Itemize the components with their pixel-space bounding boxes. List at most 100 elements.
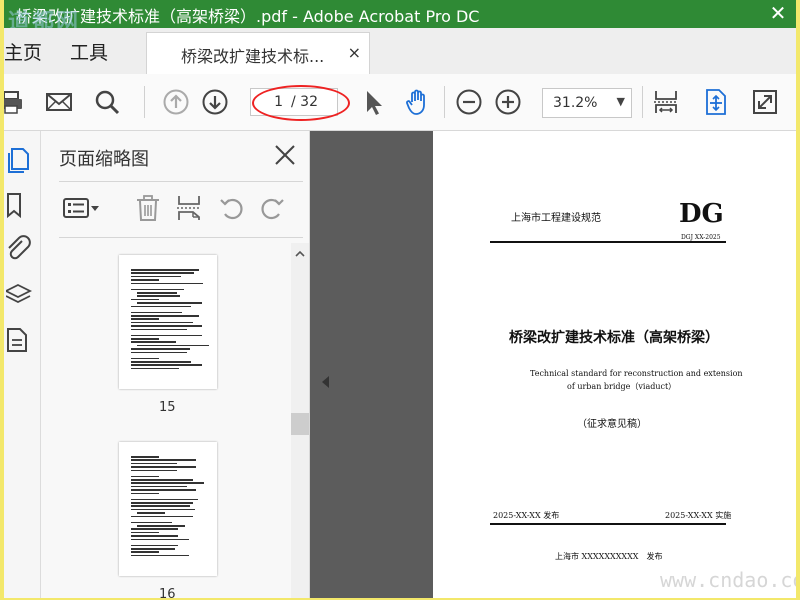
- options-icon[interactable]: [61, 193, 103, 223]
- search-icon[interactable]: [93, 88, 121, 116]
- page-thumbnail-label: 15: [159, 400, 176, 415]
- document-properties-icon[interactable]: [6, 325, 34, 353]
- thumbnail-text-line: [131, 275, 181, 278]
- page-number-box: / 32: [250, 88, 338, 116]
- page-thumbnails-icon[interactable]: [6, 145, 34, 173]
- thumbnail-text-line: [131, 282, 203, 285]
- thumbnail-text-line: [137, 525, 185, 527]
- thumbnail-text-line: [131, 338, 159, 340]
- tab-home[interactable]: 主页: [4, 38, 42, 65]
- thumbnail-text-line: [131, 311, 182, 314]
- next-page-icon[interactable]: [201, 88, 229, 116]
- publish-date: 2025-XX-XX 发布: [493, 511, 560, 520]
- thumbnail-text-line: [131, 508, 195, 511]
- zoom-select[interactable]: 31.2% ▼: [542, 88, 632, 118]
- window-title: 桥梁改扩建技术标准（高架桥梁）.pdf - Adobe Acrobat Pro …: [16, 7, 480, 26]
- acrobat-window: 桥梁改扩建技术标准（高架桥梁）.pdf - Adobe Acrobat Pro …: [4, 0, 796, 598]
- thumbnail-text-line: [137, 512, 165, 514]
- thumbnail-text-line: [131, 279, 159, 281]
- thumbnail-text-line: [131, 357, 159, 360]
- delete-icon[interactable]: [133, 193, 163, 223]
- layers-icon[interactable]: [6, 281, 34, 309]
- thumbnail-text-line: [131, 315, 199, 317]
- print-icon[interactable]: [4, 88, 26, 116]
- scrollbar-thumb[interactable]: [291, 413, 309, 435]
- chevron-up-icon[interactable]: [294, 245, 306, 257]
- thumbnail-text-line: [131, 305, 191, 308]
- thumbnail-text-line: [131, 348, 190, 350]
- thumbnail-text-line: [131, 459, 196, 461]
- prev-page-icon[interactable]: [162, 88, 190, 116]
- draft-note: （征求意见稿）: [577, 419, 647, 430]
- thumbnail-text-line: [131, 367, 179, 370]
- tab-bar: 主页 工具 桥梁改扩建技术标... ×: [4, 28, 796, 75]
- chevron-down-icon: ▼: [616, 95, 625, 108]
- close-tab-icon[interactable]: ×: [348, 43, 361, 62]
- thumbnail-text-line: [131, 502, 193, 504]
- thumbnail-text-line: [137, 302, 202, 304]
- thumbnail-text-line: [131, 554, 189, 557]
- rotate-left-icon[interactable]: [217, 193, 247, 223]
- scroll-mode-icon[interactable]: [652, 88, 680, 116]
- insert-page-icon[interactable]: [174, 193, 204, 223]
- page-thumbnail-16[interactable]: [119, 442, 217, 576]
- panel-divider: [59, 237, 303, 238]
- panel-divider: [59, 181, 303, 182]
- thumbnail-text-line: [131, 466, 196, 468]
- toolbar-separator: [642, 86, 643, 118]
- thumbnail-text-line: [131, 515, 193, 518]
- toolbar-separator: [144, 86, 145, 118]
- document-tab-label: 桥梁改扩建技术标...: [181, 47, 325, 66]
- mail-icon[interactable]: [45, 88, 73, 116]
- thumbnail-text-line: [137, 344, 209, 347]
- tab-tools[interactable]: 工具: [70, 38, 108, 65]
- page-thumbnail-label: 16: [159, 587, 176, 598]
- page-thumbnails-panel: 页面缩略图 15 16: [41, 131, 310, 598]
- publisher: 上海市 XXXXXXXXXX 发布: [555, 552, 663, 561]
- thumbnail-text-line: [131, 531, 159, 534]
- fullscreen-icon[interactable]: [751, 88, 779, 116]
- tab-document[interactable]: 桥梁改扩建技术标... ×: [146, 32, 370, 75]
- bookmarks-icon[interactable]: [6, 191, 34, 219]
- english-title-line-1: Technical standard for reconstruction an…: [530, 369, 743, 378]
- thumbnail-text-line: [131, 325, 202, 327]
- window-close-icon[interactable]: ✕: [766, 1, 790, 25]
- thumbnail-text-line: [131, 364, 202, 366]
- thumbnail-text-line: [137, 295, 180, 297]
- thumbnail-text-line: [131, 548, 175, 550]
- thumbnail-text-line: [131, 528, 178, 530]
- zoom-out-icon[interactable]: [455, 88, 483, 116]
- thumbnail-text-line: [131, 538, 189, 541]
- thumbnail-text-line: [131, 334, 202, 337]
- thumbnail-text-line: [131, 272, 194, 274]
- page-thumbnail-15[interactable]: [119, 255, 217, 389]
- header-rule: [490, 241, 726, 243]
- thumbnail-text-line: [131, 462, 177, 465]
- thumbnail-text-line: [131, 361, 191, 363]
- thumbnail-text-line: [131, 489, 196, 491]
- zoom-in-icon[interactable]: [494, 88, 522, 116]
- document-title: 桥梁改扩建技术标准（高架桥梁）: [509, 330, 719, 346]
- fit-page-icon[interactable]: [701, 88, 729, 116]
- close-icon[interactable]: [271, 141, 299, 169]
- thumbnail-text-line: [131, 498, 198, 501]
- panel-collapse-icon[interactable]: [322, 376, 329, 388]
- thumbnail-text-line: [131, 551, 159, 553]
- thumbnail-text-line: [131, 318, 159, 320]
- thumbnail-text-line: [131, 492, 159, 495]
- thumbnail-text-line: [131, 535, 178, 537]
- select-cursor-icon[interactable]: [360, 88, 388, 116]
- panel-title: 页面缩略图: [59, 149, 149, 170]
- thumbnail-text-line: [131, 544, 178, 547]
- page-number-input[interactable]: [251, 89, 285, 115]
- thumbnail-text-line: [131, 321, 193, 324]
- attachments-icon[interactable]: [6, 234, 34, 262]
- thumbnail-scrollbar[interactable]: [291, 243, 309, 598]
- zoom-value: 31.2%: [553, 95, 598, 111]
- rotate-right-icon[interactable]: [257, 193, 287, 223]
- thumbnail-text-line: [131, 521, 172, 524]
- english-title-line-2: of urban bridge（viaduct）: [567, 382, 677, 391]
- page-total: / 32: [291, 94, 318, 110]
- title-bar: 桥梁改扩建技术标准（高架桥梁）.pdf - Adobe Acrobat Pro …: [4, 0, 796, 28]
- hand-icon[interactable]: [404, 88, 432, 116]
